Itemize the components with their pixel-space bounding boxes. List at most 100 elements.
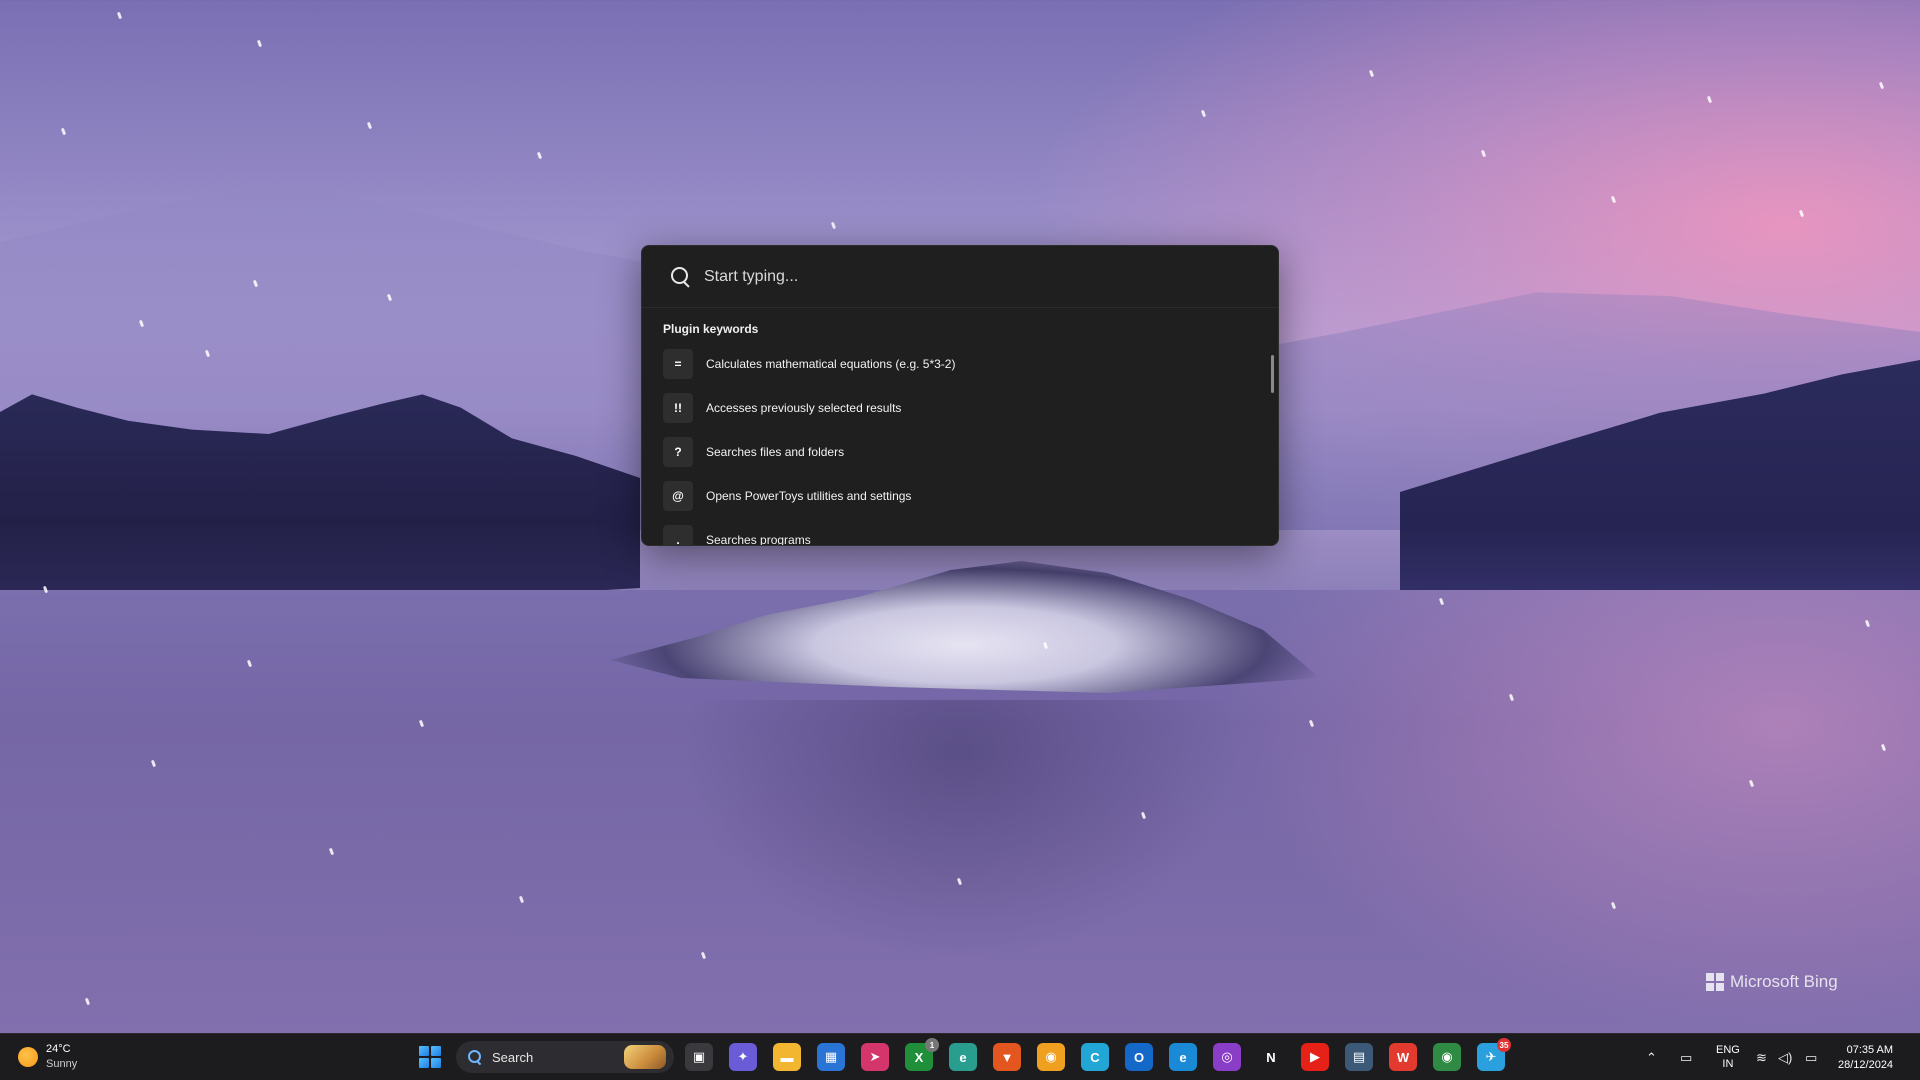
- edge-dev-icon: e: [959, 1049, 967, 1065]
- taskbar-app-task-view[interactable]: ▣: [685, 1043, 713, 1071]
- result-keyword-badge: .: [663, 525, 693, 545]
- taskbar-app-microsoft-store[interactable]: ▦: [817, 1043, 845, 1071]
- app-window-icon: ▤: [1352, 1049, 1366, 1064]
- windows-logo-icon: [419, 1046, 429, 1056]
- chrome-canary-icon: ◉: [1045, 1049, 1057, 1064]
- chrome-icon: ◉: [1441, 1049, 1453, 1064]
- app-pink-icon: ➤: [869, 1049, 881, 1064]
- result-description: Searches files and folders: [706, 445, 845, 459]
- result-keyword-badge: !!: [663, 393, 693, 423]
- result-keyword-badge: =: [663, 349, 693, 379]
- result-item-calculator[interactable]: = Calculates mathematical equations (e.g…: [642, 342, 1278, 386]
- result-description: Searches programs: [706, 533, 811, 546]
- search-icon: [468, 1050, 482, 1064]
- taskbar-app-copilot[interactable]: ✦: [729, 1043, 757, 1071]
- result-description: Calculates mathematical equations (e.g. …: [706, 357, 956, 371]
- result-item-programs[interactable]: . Searches programs: [642, 518, 1278, 546]
- results-scrollbar[interactable]: [1271, 355, 1274, 393]
- language-region: IN: [1722, 1058, 1734, 1070]
- taskbar: 24°C Sunny Search ▣ ✦ ▬ ▦ ➤ X 1 e ▼ ◉ C Oe ◎ N ▶ ▤ W ◉ ✈ 35…: [0, 1033, 1920, 1080]
- language-indicator[interactable]: ENG IN: [1716, 1043, 1740, 1071]
- launcher-search-bar: [642, 246, 1278, 308]
- youtube-icon: ▶: [1310, 1049, 1320, 1064]
- taskbar-app-edge-dev[interactable]: e: [949, 1043, 977, 1071]
- taskbar-app-xbox[interactable]: X1: [905, 1038, 939, 1071]
- language-code: ENG: [1716, 1044, 1740, 1056]
- wallpaper-reflection: [680, 700, 1240, 960]
- weather-widget[interactable]: 24°C Sunny: [18, 1042, 77, 1072]
- taskbar-app-app-window[interactable]: ▤: [1345, 1043, 1373, 1071]
- taskbar-app-wps-office[interactable]: W: [1389, 1043, 1417, 1071]
- weather-condition: Sunny: [46, 1058, 78, 1070]
- taskbar-app-telegram[interactable]: ✈ 35: [1477, 1038, 1511, 1071]
- bing-logo-icon: [1706, 973, 1724, 991]
- taskbar-search-label: Search: [492, 1049, 534, 1065]
- snowflake: [256, 39, 263, 48]
- xbox-icon: X: [914, 1049, 924, 1065]
- taskbar-app-app-c[interactable]: C: [1081, 1043, 1109, 1071]
- clock[interactable]: 07:35 AM 28/12/2024: [1838, 1043, 1893, 1073]
- result-item-history[interactable]: !! Accesses previously selected results: [642, 386, 1278, 430]
- notification-badge: 1: [925, 1038, 939, 1052]
- search-highlight-icon: [624, 1045, 666, 1069]
- wallpaper-lake-glow: [1220, 590, 1920, 1035]
- telegram-icon: ✈: [1485, 1049, 1497, 1064]
- taskbar-app-file-explorer[interactable]: ▬: [773, 1043, 801, 1071]
- result-description: Accesses previously selected results: [706, 401, 902, 415]
- result-item-powertoys[interactable]: @ Opens PowerToys utilities and settings: [642, 474, 1278, 518]
- taskbar-app-youtube[interactable]: ▶: [1301, 1043, 1329, 1071]
- outlook-icon: O: [1133, 1049, 1145, 1065]
- wifi-icon: ≋: [1756, 1049, 1767, 1065]
- weather-temperature: 24°C: [46, 1043, 71, 1055]
- battery-icon: ▭: [1805, 1049, 1818, 1065]
- search-icon: [670, 266, 692, 288]
- keyboard-icon: ▭: [1680, 1049, 1693, 1065]
- results-list: = Calculates mathematical equations (e.g…: [642, 342, 1278, 546]
- weather-text: 24°C Sunny: [46, 1042, 77, 1072]
- taskbar-app-app-pink[interactable]: ➤: [861, 1043, 889, 1071]
- netflix-icon: N: [1266, 1049, 1276, 1065]
- taskbar-app-brave[interactable]: ▼: [993, 1043, 1021, 1071]
- powertoys-run-launcher: Plugin keywords = Calculates mathematica…: [641, 245, 1279, 546]
- app-purple-icon: ◎: [1221, 1049, 1233, 1064]
- brave-icon: ▼: [1000, 1049, 1014, 1065]
- microsoft-store-icon: ▦: [824, 1049, 838, 1064]
- result-description: Opens PowerToys utilities and settings: [706, 489, 912, 503]
- start-button[interactable]: [419, 1046, 441, 1068]
- result-item-file-search[interactable]: ? Searches files and folders: [642, 430, 1278, 474]
- copilot-icon: ✦: [737, 1049, 749, 1064]
- result-keyword-badge: @: [663, 481, 693, 511]
- clock-time: 07:35 AM: [1846, 1044, 1894, 1056]
- speaker-icon: ◁): [1778, 1049, 1793, 1065]
- battery-button[interactable]: ▭: [1805, 1034, 1817, 1080]
- sun-icon: [18, 1047, 38, 1067]
- wps-office-icon: W: [1396, 1049, 1410, 1065]
- snowflake: [60, 127, 67, 136]
- show-hidden-icons-button[interactable]: ⌃: [1646, 1034, 1657, 1080]
- section-title-plugin-keywords: Plugin keywords: [663, 322, 759, 336]
- launcher-search-input[interactable]: [704, 267, 1250, 286]
- taskbar-app-chrome[interactable]: ◉: [1433, 1043, 1461, 1071]
- edge-icon: e: [1179, 1049, 1187, 1065]
- taskbar-app-netflix[interactable]: N: [1257, 1043, 1285, 1071]
- taskbar-app-outlook[interactable]: O: [1125, 1043, 1153, 1071]
- network-button[interactable]: ≋: [1756, 1034, 1767, 1080]
- file-explorer-icon: ▬: [780, 1049, 794, 1065]
- bing-watermark: Microsoft Bing: [1706, 972, 1838, 992]
- chevron-up-icon: ⌃: [1646, 1049, 1657, 1065]
- result-keyword-badge: ?: [663, 437, 693, 467]
- taskbar-app-app-purple[interactable]: ◎: [1213, 1043, 1241, 1071]
- bing-watermark-text: Microsoft Bing: [1730, 972, 1838, 991]
- snowflake: [116, 11, 123, 20]
- touch-keyboard-button[interactable]: ▭: [1680, 1034, 1692, 1080]
- snowflake: [366, 121, 373, 130]
- snowflake: [536, 151, 543, 160]
- taskbar-app-edge[interactable]: e: [1169, 1043, 1197, 1071]
- taskbar-app-chrome-canary[interactable]: ◉: [1037, 1043, 1065, 1071]
- snowflake: [830, 221, 837, 230]
- taskbar-search-box[interactable]: Search: [456, 1041, 674, 1073]
- task-view-icon: ▣: [692, 1049, 706, 1064]
- volume-button[interactable]: ◁): [1778, 1034, 1792, 1080]
- notification-badge: 35: [1497, 1038, 1511, 1052]
- clock-date: 28/12/2024: [1838, 1059, 1894, 1071]
